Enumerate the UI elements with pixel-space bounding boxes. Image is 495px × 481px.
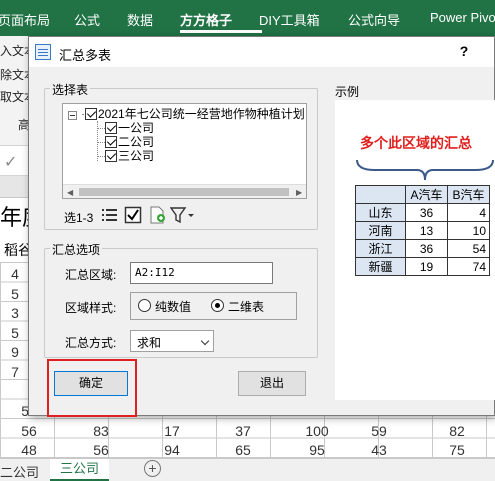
radio-values-only-label[interactable]: 纯数值 xyxy=(155,298,191,315)
method-select[interactable]: 求和 xyxy=(130,330,214,352)
dialog-titlebar: 汇总多表 ? xyxy=(29,37,494,67)
preview-row-label: 浙江 xyxy=(355,239,406,258)
scroll-thumb[interactable] xyxy=(79,188,289,196)
row-leading-value[interactable]: 5 xyxy=(0,325,30,341)
table-cell[interactable]: 82 xyxy=(430,423,484,439)
tree-root-row[interactable]: 2021年七公司统一经营地作物种植计划 xyxy=(63,107,306,121)
tree-root-checkbox[interactable] xyxy=(85,108,97,120)
select-all-icon[interactable] xyxy=(124,206,142,224)
add-sheet-icon[interactable]: + xyxy=(144,460,161,477)
collapse-icon[interactable] xyxy=(68,111,77,120)
company-2-label: 二公司 xyxy=(118,135,155,149)
filter-icon[interactable] xyxy=(169,206,196,224)
preview-title: 多个此区域的汇总 xyxy=(360,135,472,151)
row-leading-value[interactable]: 7 xyxy=(0,364,30,380)
sheet-tab-bar: 二公司 三公司 + xyxy=(0,458,495,481)
preview-row-label: 河南 xyxy=(355,221,406,240)
tab-formula-wizard[interactable]: 公式向导 xyxy=(348,10,400,29)
tab-formulas[interactable]: 公式 xyxy=(74,10,100,29)
table-cell[interactable]: 65 xyxy=(216,442,270,458)
range-label: 汇总区域: xyxy=(65,268,117,282)
table-cell[interactable]: 95 xyxy=(290,442,344,458)
style-radio-group: 纯数值 二维表 xyxy=(130,292,297,320)
table-cell[interactable]: 37 xyxy=(216,423,270,439)
preview-cell: 19 xyxy=(405,257,448,276)
table-cell[interactable]: 56 xyxy=(2,423,56,439)
example-legend: 示例 xyxy=(333,83,362,100)
preview-col-b: B汽车 xyxy=(447,185,490,204)
sheet-tab-3[interactable]: 三公司 xyxy=(50,459,110,481)
table-cell[interactable]: 48 xyxy=(2,442,56,458)
preview-table: A汽车 B汽车 山东 36 4 河南 13 10 浙江 36 54 新疆 19 … xyxy=(355,185,490,276)
row-leading-value[interactable]: 4 xyxy=(0,266,30,282)
table-cell[interactable]: 75 xyxy=(430,442,484,458)
tree-item-company-1[interactable]: 一公司 xyxy=(97,121,154,135)
scroll-left-icon[interactable]: ◀ xyxy=(67,188,73,197)
method-label: 汇总方式: xyxy=(65,336,117,350)
add-sheet-icon-tool[interactable] xyxy=(148,206,166,224)
chevron-down-icon[interactable] xyxy=(200,336,210,346)
select-table-legend: 选择表 xyxy=(50,81,91,98)
tab-power-pivot[interactable]: Power Pivo xyxy=(430,10,495,25)
confirm-check-icon[interactable]: ✓ xyxy=(4,152,17,172)
preview-row-label: 山东 xyxy=(355,203,406,222)
table-tree[interactable]: 2021年七公司统一经营地作物种植计划 一公司 二公司 三公司 ◀ ▶ xyxy=(62,103,307,199)
select-count-label: 选1-3 xyxy=(64,211,94,225)
summary-options-legend: 汇总选项 xyxy=(50,241,103,258)
help-icon[interactable]: ? xyxy=(457,43,471,59)
company-3-label: 三公司 xyxy=(118,149,155,163)
brace-icon xyxy=(356,159,494,181)
style-label: 区域样式: xyxy=(65,301,117,315)
preview-row-label: 新疆 xyxy=(355,257,406,276)
table-cell[interactable]: 83 xyxy=(74,423,128,439)
tree-item-company-2[interactable]: 二公司 xyxy=(97,135,154,149)
radio-2d-table-label[interactable]: 二维表 xyxy=(228,298,264,315)
scroll-right-icon[interactable]: ▶ xyxy=(296,188,302,197)
preview-cell: 10 xyxy=(447,221,490,240)
tab-page-layout[interactable]: 页面布局 xyxy=(0,10,50,29)
table-cell[interactable]: 94 xyxy=(145,442,199,458)
tree-item-company-3[interactable]: 三公司 xyxy=(97,149,154,163)
row-leading-value[interactable]: 5 xyxy=(0,286,30,302)
tree-root-label: 2021年七公司统一经营地作物种植计划 xyxy=(98,107,305,121)
quit-button[interactable]: 退出 xyxy=(238,371,306,396)
table-cell[interactable]: 59 xyxy=(352,423,406,439)
preview-cell: 54 xyxy=(447,239,490,258)
row-leading-value[interactable]: 9 xyxy=(0,344,30,360)
row-leading-value[interactable]: 3 xyxy=(0,305,30,321)
preview-cell: 74 xyxy=(447,257,490,276)
preview-cell: 13 xyxy=(405,221,448,240)
tree-horizontal-scrollbar[interactable]: ◀ ▶ xyxy=(63,184,306,198)
table-cell[interactable]: 56 xyxy=(74,442,128,458)
tab-data[interactable]: 数据 xyxy=(127,10,153,29)
table-cell[interactable]: 17 xyxy=(145,423,199,439)
method-select-value: 求和 xyxy=(137,336,162,350)
range-input[interactable]: A2:I12 xyxy=(130,262,273,284)
ribbon-tab-bar: 页面布局 公式 数据 方方格子 DIY工具箱 公式向导 Power Pivo xyxy=(0,0,495,36)
tab-fangfang[interactable]: 方方格子 xyxy=(180,10,232,29)
dialog-app-icon xyxy=(35,44,51,60)
company-2-checkbox[interactable] xyxy=(105,136,117,148)
tab-diy-toolbox[interactable]: DIY工具箱 xyxy=(259,10,320,29)
table-cell[interactable]: 100 xyxy=(290,423,344,439)
table-cell[interactable]: 43 xyxy=(352,442,406,458)
sheet-tab-2[interactable]: 二公司 xyxy=(0,462,39,481)
company-1-label: 一公司 xyxy=(118,121,155,135)
dialog-title: 汇总多表 xyxy=(59,48,112,63)
preview-col-a: A汽车 xyxy=(405,185,448,204)
preview-corner-cell xyxy=(355,185,406,204)
highlight-box xyxy=(47,359,137,417)
preview-cell: 4 xyxy=(447,203,490,222)
radio-values-only[interactable] xyxy=(138,299,151,312)
company-3-checkbox[interactable] xyxy=(105,150,117,162)
preview-cell: 36 xyxy=(405,239,448,258)
radio-2d-table[interactable] xyxy=(211,299,224,312)
preview-cell: 36 xyxy=(405,203,448,222)
company-1-checkbox[interactable] xyxy=(105,122,117,134)
list-view-icon[interactable] xyxy=(101,206,119,224)
active-tab-indicator xyxy=(180,30,262,33)
